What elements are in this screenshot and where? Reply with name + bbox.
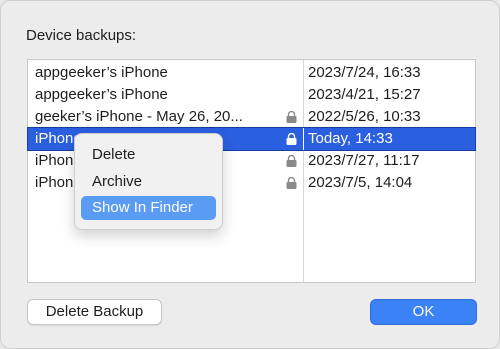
menu-item-archive[interactable]: Archive [81, 170, 216, 194]
backup-name: appgeeker’s iPhone [35, 86, 168, 103]
lock-icon [286, 111, 297, 123]
menu-item-delete[interactable]: Delete [81, 143, 216, 167]
menu-item-show-in-finder[interactable]: Show In Finder [81, 196, 216, 220]
delete-backup-button[interactable]: Delete Backup [27, 299, 162, 325]
ok-button[interactable]: OK [370, 299, 477, 325]
backup-row[interactable]: appgeeker’s iPhone 2023/7/24, 16:33 [28, 62, 475, 84]
backup-name: geeker’s iPhone - May 26, 20... [35, 108, 243, 125]
menu-item-label: Delete [92, 146, 136, 163]
backup-date: 2023/4/21, 15:27 [308, 86, 421, 103]
backups-dialog: Device backups: appgeeker’s iPhone 2023/… [0, 0, 500, 349]
backup-date: 2023/7/27, 11:17 [308, 152, 420, 169]
delete-backup-label: Delete Backup [45, 303, 144, 320]
menu-item-label: Archive [92, 173, 143, 190]
lock-icon [286, 177, 297, 189]
menu-item-label: Show In Finder [92, 199, 193, 216]
backup-date: Today, 14:33 [308, 130, 393, 147]
dialog-heading: Device backups: [26, 27, 137, 44]
backup-date: 2023/7/5, 14:04 [308, 174, 413, 191]
backup-date: 2023/7/24, 16:33 [308, 64, 421, 81]
backup-row[interactable]: geeker’s iPhone - May 26, 20... 2022/5/2… [28, 106, 475, 128]
lock-icon [286, 155, 297, 167]
lock-icon [286, 133, 297, 145]
ok-label: OK [412, 303, 435, 320]
backup-date: 2022/5/26, 10:33 [308, 108, 421, 125]
backup-name: appgeeker’s iPhone [35, 64, 168, 81]
backup-row[interactable]: appgeeker’s iPhone 2023/4/21, 15:27 [28, 84, 475, 106]
context-menu: Delete Archive Show In Finder [74, 133, 223, 230]
